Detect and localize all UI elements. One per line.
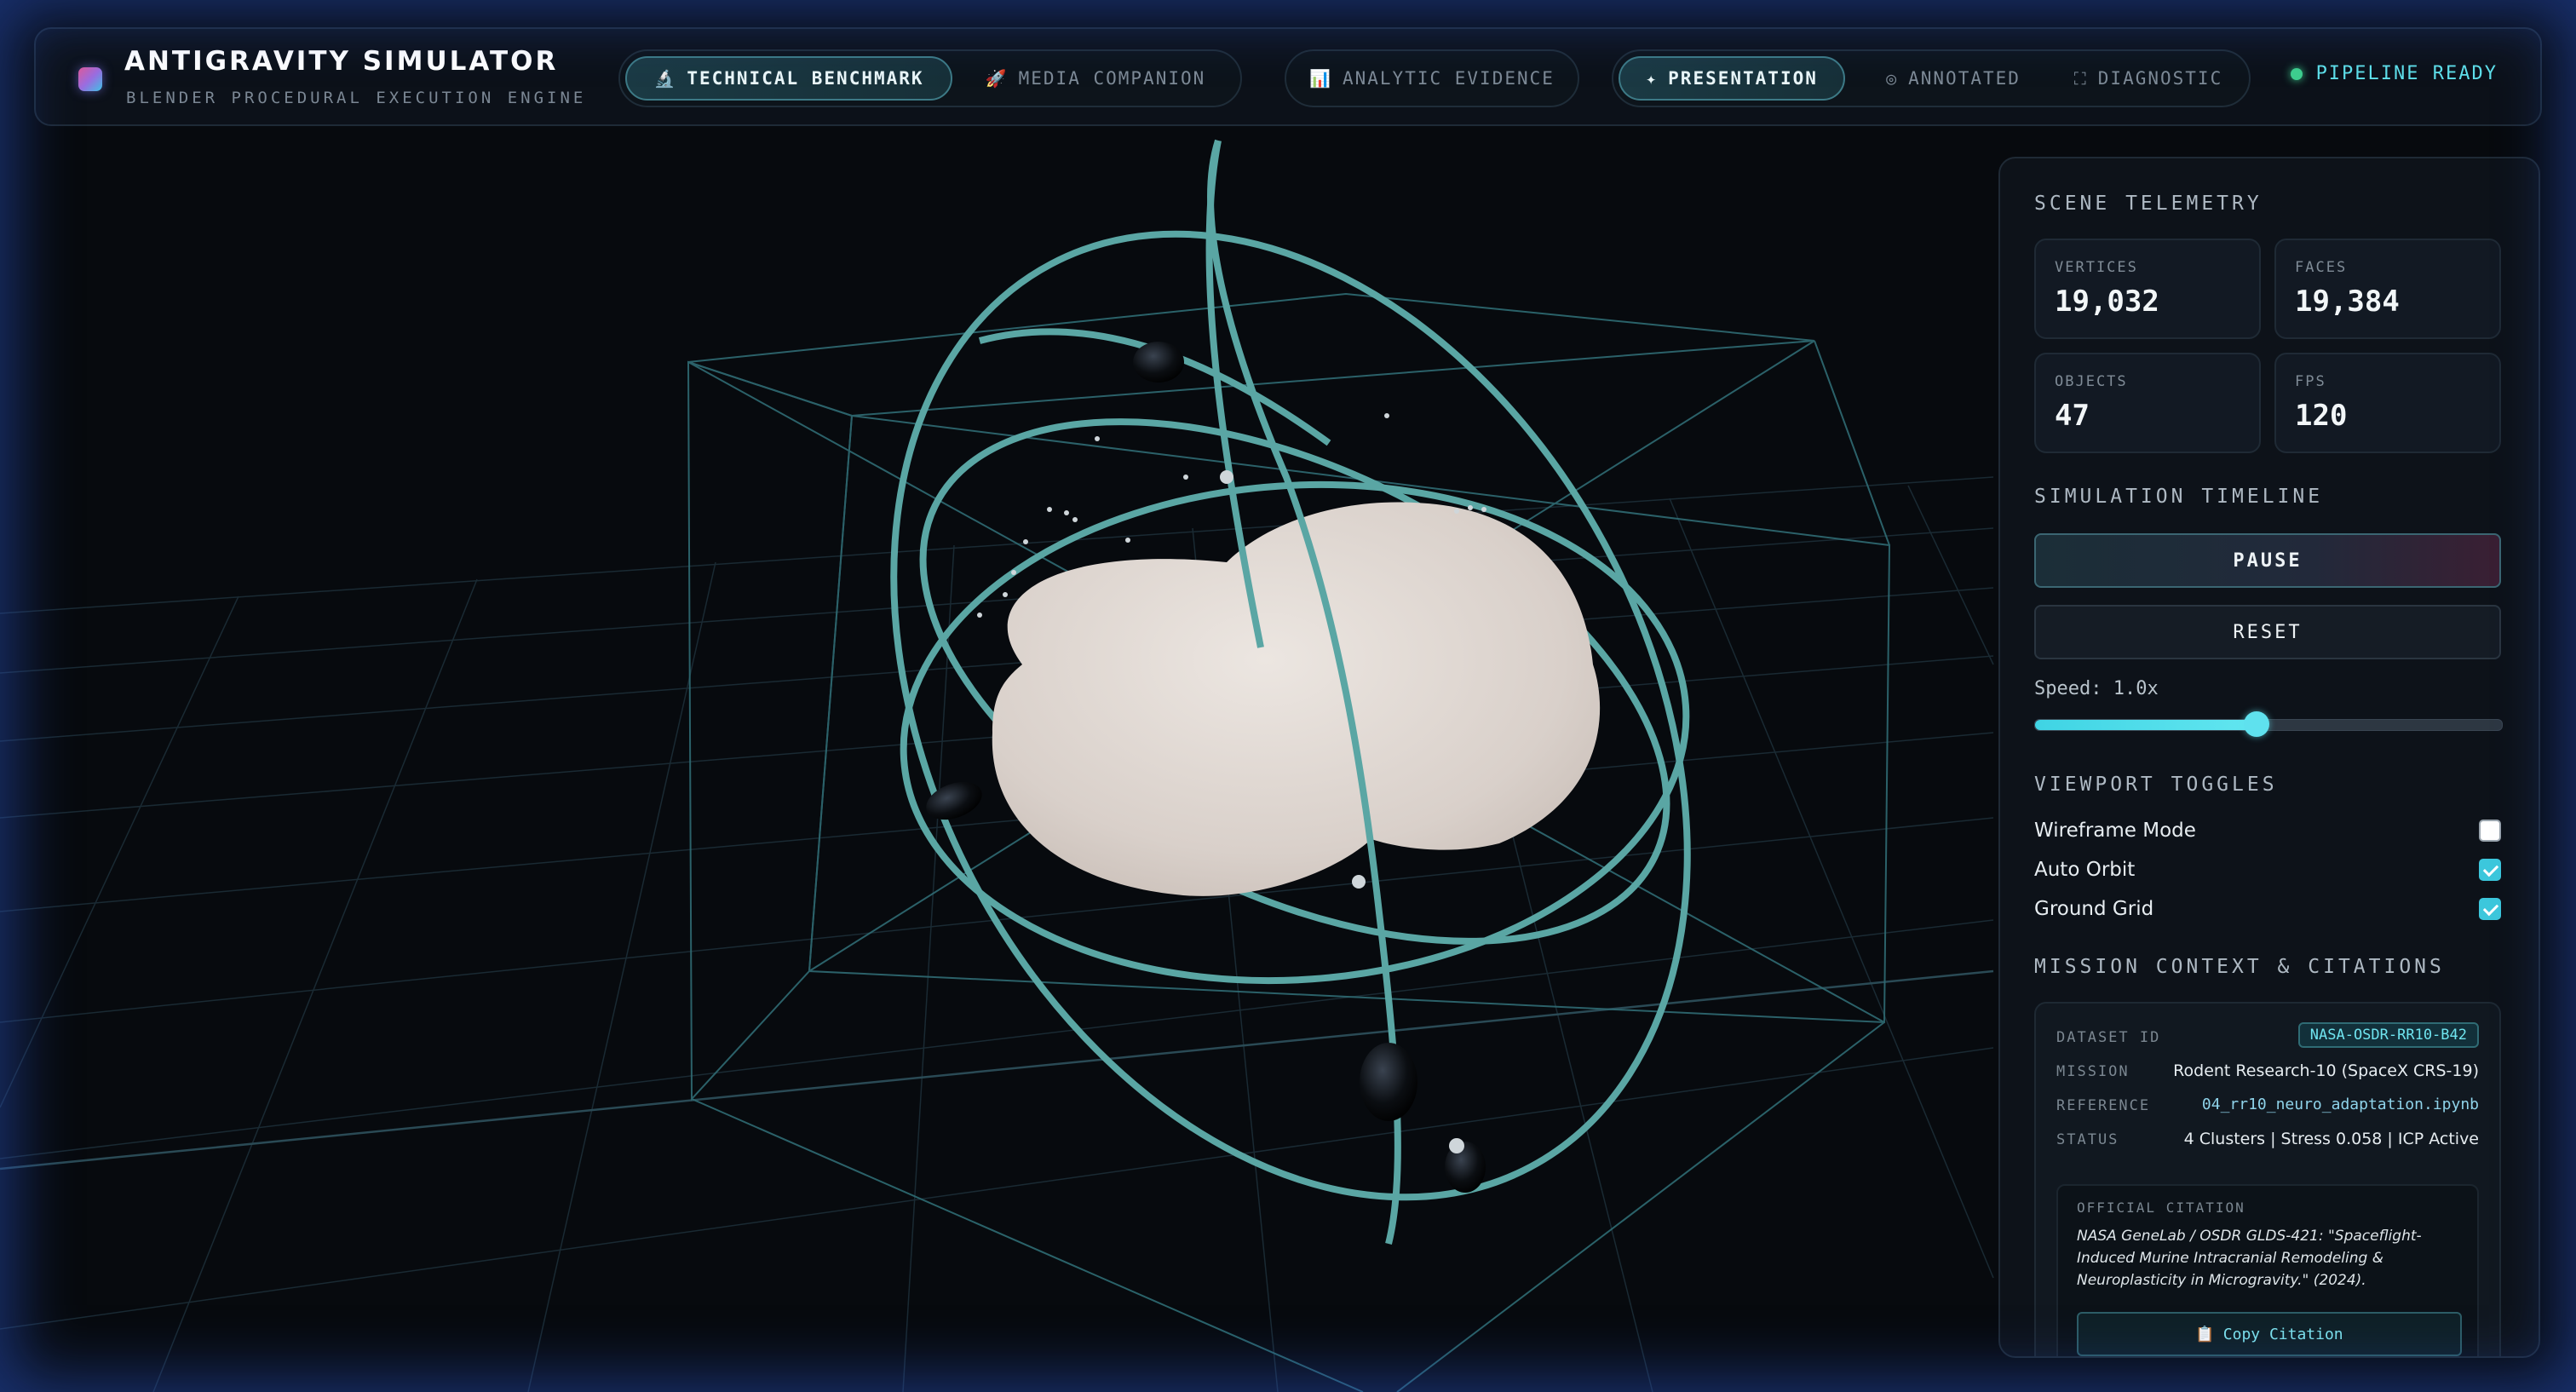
row-key: MISSION bbox=[2056, 1063, 2130, 1080]
mode-tab-group: 🔬 TECHNICAL BENCHMARK 🚀 MEDIA COMPANION bbox=[618, 49, 1242, 107]
vertices-stat: VERTICES 19,032 bbox=[2034, 239, 2261, 339]
mission-context-title: MISSION CONTEXT & CITATIONS bbox=[2034, 956, 2445, 978]
rocket-icon: 🚀 bbox=[985, 68, 1009, 89]
reference-row: REFERENCE 04_rr10_neuro_adaptation.ipynb bbox=[2056, 1094, 2479, 1119]
bar-chart-icon: 📊 bbox=[1309, 68, 1332, 89]
pipeline-status: PIPELINE READY bbox=[2290, 63, 2498, 84]
tab-label: PRESENTATION bbox=[1668, 68, 1818, 89]
microscope-icon: 🔬 bbox=[653, 68, 677, 89]
pipeline-status-label: PIPELINE READY bbox=[2315, 63, 2498, 84]
toggle-wireframe-mode[interactable]: Wireframe Mode bbox=[2034, 816, 2501, 847]
wireframe-mode-checkbox[interactable] bbox=[2479, 820, 2501, 842]
tab-analytic-evidence[interactable]: 📊 ANALYTIC EVIDENCE bbox=[1291, 56, 1573, 101]
mission-context-card: DATASET ID NASA-OSDR-RR10-B42 MISSION Ro… bbox=[2034, 1002, 2501, 1356]
tab-media-companion[interactable]: 🚀 MEDIA COMPANION bbox=[961, 56, 1230, 101]
tab-label: ANALYTIC EVIDENCE bbox=[1342, 68, 1555, 89]
stat-value: 47 bbox=[2055, 399, 2090, 433]
tab-label: TECHNICAL BENCHMARK bbox=[687, 68, 924, 89]
objects-stat: OBJECTS 47 bbox=[2034, 353, 2261, 453]
viewport-toggles-title: VIEWPORT TOGGLES bbox=[2034, 774, 2278, 796]
stat-value: 19,384 bbox=[2295, 285, 2400, 319]
neural-mesh-blob bbox=[992, 502, 1601, 896]
ground-grid bbox=[0, 476, 1994, 1392]
toggle-label: Ground Grid bbox=[2034, 898, 2154, 920]
tab-label: ANNOTATED bbox=[1908, 68, 2021, 89]
stat-value: 120 bbox=[2295, 399, 2348, 433]
speed-slider-fill bbox=[2035, 720, 2257, 730]
stat-label: FACES bbox=[2295, 259, 2348, 276]
copy-citation-label: Copy Citation bbox=[2222, 1325, 2343, 1343]
target-icon: ◎ bbox=[1886, 68, 1899, 89]
speed-slider[interactable] bbox=[2034, 711, 2503, 737]
app-subtitle: BLENDER PROCEDURAL EXECUTION ENGINE bbox=[126, 89, 587, 107]
row-key: DATASET ID bbox=[2056, 1029, 2161, 1046]
tab-label: DIAGNOSTIC bbox=[2097, 68, 2223, 89]
row-key: REFERENCE bbox=[2056, 1097, 2151, 1114]
reference-link[interactable]: 04_rr10_neuro_adaptation.ipynb bbox=[2202, 1096, 2479, 1113]
auto-orbit-checkbox[interactable] bbox=[2479, 859, 2501, 881]
tab-diagnostic[interactable]: ⛶ DIAGNOSTIC bbox=[2056, 56, 2240, 101]
row-key: STATUS bbox=[2056, 1131, 2119, 1148]
ground-axis-line bbox=[0, 969, 1994, 1171]
toggle-label: Wireframe Mode bbox=[2034, 820, 2196, 842]
top-header: ANTIGRAVITY SIMULATOR BLENDER PROCEDURAL… bbox=[34, 27, 2542, 126]
citation-text: NASA GeneLab / OSDR GLDS-421: "Spaceflig… bbox=[2077, 1228, 2422, 1289]
ground-grid-checkbox[interactable] bbox=[2479, 898, 2501, 920]
dataset-id-badge: NASA-OSDR-RR10-B42 bbox=[2297, 1022, 2479, 1048]
control-panel: SCENE TELEMETRY VERTICES 19,032 FACES 19… bbox=[1998, 157, 2540, 1358]
stat-label: OBJECTS bbox=[2055, 373, 2128, 390]
tab-technical-benchmark[interactable]: 🔬 TECHNICAL BENCHMARK bbox=[625, 56, 952, 101]
stat-label: FPS bbox=[2295, 373, 2326, 390]
copy-citation-button[interactable]: 📋 Copy Citation bbox=[2077, 1312, 2462, 1356]
pause-button[interactable]: PAUSE bbox=[2034, 533, 2501, 588]
status-dot-icon bbox=[2290, 67, 2303, 80]
clipboard-icon: 📋 bbox=[2195, 1325, 2215, 1343]
stat-value: 19,032 bbox=[2055, 285, 2159, 319]
mission-row: MISSION Rodent Research-10 (SpaceX CRS-1… bbox=[2056, 1060, 2479, 1085]
status-row: STATUS 4 Clusters | Stress 0.058 | ICP A… bbox=[2056, 1128, 2479, 1153]
faces-stat: FACES 19,384 bbox=[2274, 239, 2501, 339]
toggle-label: Auto Orbit bbox=[2034, 859, 2136, 881]
app-title: ANTIGRAVITY SIMULATOR bbox=[124, 46, 559, 77]
fps-stat: FPS 120 bbox=[2274, 353, 2501, 453]
frame-icon: ⛶ bbox=[2073, 68, 2088, 89]
speed-label: Speed: 1.0x bbox=[2034, 678, 2159, 699]
sparkle-icon: ✦ bbox=[1646, 68, 1659, 89]
tab-presentation[interactable]: ✦ PRESENTATION bbox=[1619, 56, 1845, 101]
view-tab-group: ✦ PRESENTATION ◎ ANNOTATED ⛶ DIAGNOSTIC bbox=[1612, 49, 2251, 107]
toggle-auto-orbit[interactable]: Auto Orbit bbox=[2034, 855, 2501, 886]
tab-annotated[interactable]: ◎ ANNOTATED bbox=[1857, 56, 2050, 101]
scene-telemetry-title: SCENE TELEMETRY bbox=[2034, 193, 2263, 215]
toggle-ground-grid[interactable]: Ground Grid bbox=[2034, 894, 2501, 925]
citation-title: OFFICIAL CITATION bbox=[2077, 1199, 2245, 1216]
tab-label: MEDIA COMPANION bbox=[1018, 68, 1206, 89]
official-citation-box: OFFICIAL CITATION NASA GeneLab / OSDR GL… bbox=[2056, 1184, 2479, 1356]
dataset-row: DATASET ID NASA-OSDR-RR10-B42 bbox=[2056, 1022, 2479, 1051]
stat-label: VERTICES bbox=[2055, 259, 2138, 276]
speed-slider-thumb[interactable] bbox=[2244, 711, 2270, 737]
status-value: 4 Clusters | Stress 0.058 | ICP Active bbox=[2183, 1130, 2479, 1148]
mission-value: Rodent Research-10 (SpaceX CRS-19) bbox=[2173, 1061, 2479, 1080]
evidence-tab-group: 📊 ANALYTIC EVIDENCE bbox=[1285, 49, 1579, 107]
app-logo-icon bbox=[78, 67, 102, 91]
simulation-timeline-title: SIMULATION TIMELINE bbox=[2034, 486, 2324, 508]
reset-button[interactable]: RESET bbox=[2034, 605, 2501, 659]
